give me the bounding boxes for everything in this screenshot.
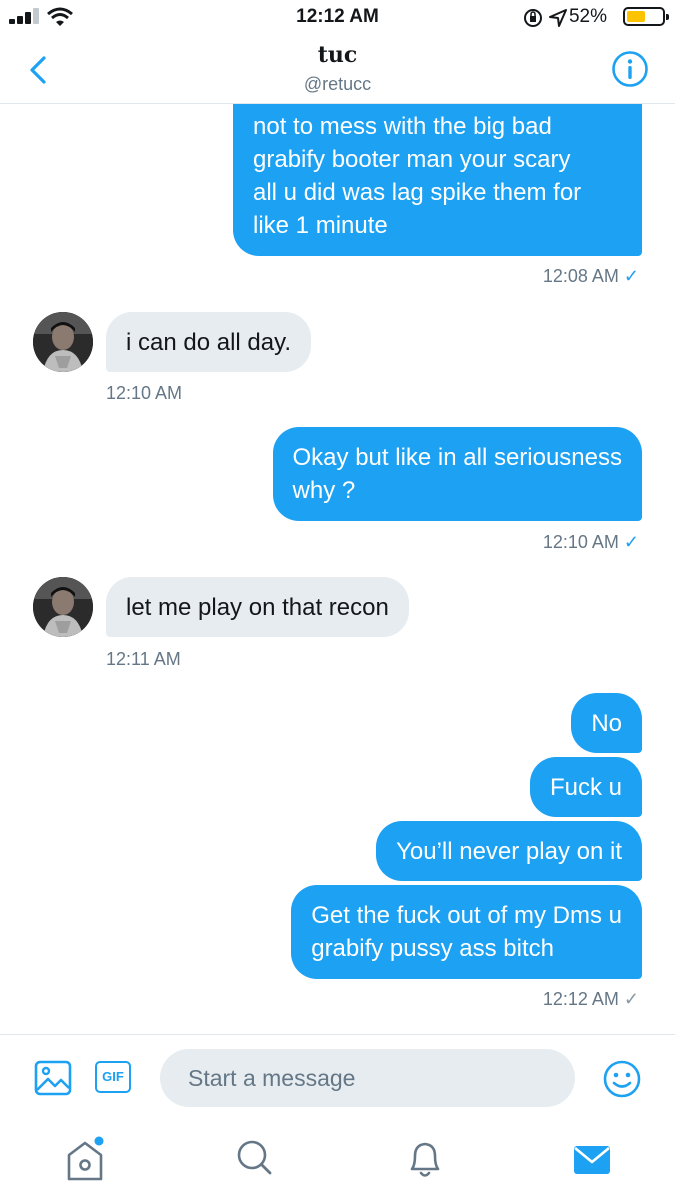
tab-bar [0,1122,675,1200]
search-icon [237,1140,272,1175]
tab-messages[interactable] [572,1142,612,1178]
conversation-handle[interactable]: @retucc [0,74,675,95]
tab-home[interactable] [62,1134,108,1184]
battery-icon [623,7,669,26]
message-timestamp: 12:11 AM [106,649,181,669]
outgoing-message[interactable]: Fuck u [529,757,642,817]
message-line: grabify pussy ass bitch [311,935,554,962]
image-icon[interactable] [34,1060,72,1096]
avatar[interactable] [33,312,93,372]
incoming-message[interactable]: let me play on that recon [106,577,409,637]
message-line: grabify booter man your scary [253,146,571,173]
avatar[interactable] [33,577,93,637]
message-timestamp: 12:10 AM ✓ [542,532,639,552]
status-bar: 12:12 AM 52% [0,0,675,34]
conversation-header: tuc @retucc [0,34,675,104]
home-icon [67,1136,104,1181]
battery-percent: 52% [568,6,607,27]
outgoing-message[interactable]: Get the fuck out of my Dms u grabify pus… [291,885,642,979]
message-timestamp: 12:08 AM ✓ [542,266,639,286]
bell-icon [410,1142,440,1177]
read-check-icon: ✓ [623,266,639,286]
tab-notifications[interactable] [405,1136,445,1182]
message-line: like 1 minute [253,212,388,239]
conversation-name[interactable]: tuc [0,42,675,68]
message-composer: GIF [0,1034,675,1122]
outgoing-message[interactable]: No [571,693,642,753]
gif-button[interactable]: GIF [95,1061,131,1093]
info-icon[interactable] [611,50,649,88]
message-text: You’ll never play on it [396,838,622,865]
message-line: Okay but like in all seriousness [292,444,622,471]
outgoing-message[interactable]: You’ll never play on it [376,821,642,881]
tab-search[interactable] [235,1136,275,1180]
message-timestamp: 12:10 AM [106,383,183,403]
message-timestamp: 12:12 AM ✓ [542,989,639,1009]
message-line: why ? [292,477,356,504]
mail-icon [574,1146,610,1174]
message-line: all u did was lag spike them for [253,179,582,206]
notification-dot [94,1136,104,1146]
message-text: No [591,710,622,737]
orientation-lock-icon [524,9,542,27]
outgoing-message[interactable]: Okay but like in all seriousness why ? [272,427,642,521]
outgoing-message[interactable]: not to mess with the big bad grabify boo… [233,104,642,256]
smiley-icon[interactable] [602,1059,642,1099]
location-arrow-icon [549,9,567,27]
read-check-icon: ✓ [623,532,639,552]
message-text: Fuck u [549,774,622,801]
battery-fill [627,11,645,22]
sent-check-icon: ✓ [623,989,639,1009]
message-list: not to mess with the big bad grabify boo… [0,104,675,1034]
incoming-message[interactable]: i can do all day. [106,312,311,372]
message-text: let me play on that recon [126,594,389,621]
message-text: i can do all day. [126,329,291,356]
message-input[interactable] [160,1049,575,1107]
message-line: Get the fuck out of my Dms u [311,902,622,929]
message-line: not to mess with the big bad [253,113,552,140]
